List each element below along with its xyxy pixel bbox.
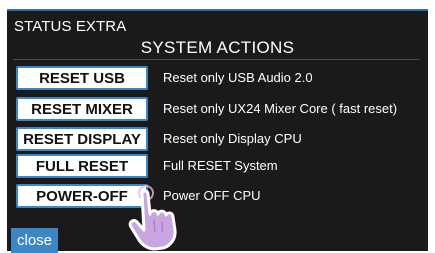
hand-pointer-icon <box>128 185 177 251</box>
status-extra-panel: STATUS EXTRA SYSTEM ACTIONS RESET USB Re… <box>7 9 428 253</box>
reset-mixer-description: Reset only UX24 Mixer Core ( fast reset) <box>163 101 398 116</box>
full-reset-description: Full RESET System <box>163 158 278 173</box>
reset-mixer-button[interactable]: RESET MIXER <box>16 97 148 121</box>
reset-usb-button[interactable]: RESET USB <box>16 66 148 90</box>
reset-usb-description: Reset only USB Audio 2.0 <box>163 70 313 85</box>
panel-title: STATUS EXTRA <box>14 18 127 35</box>
section-divider <box>13 59 420 60</box>
full-reset-button[interactable]: FULL RESET <box>16 154 148 178</box>
section-title: SYSTEM ACTIONS <box>140 38 295 57</box>
reset-display-description: Reset only Display CPU <box>163 131 302 146</box>
close-button[interactable]: close <box>11 228 58 253</box>
reset-display-button[interactable]: RESET DISPLAY <box>16 127 148 151</box>
